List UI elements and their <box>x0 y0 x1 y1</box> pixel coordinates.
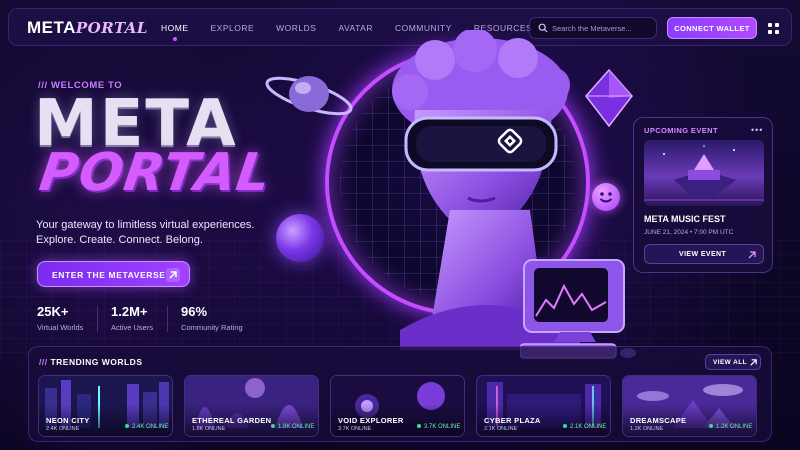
nav-link-explore[interactable]: EXPLORE <box>211 23 255 33</box>
nav-link-avatar[interactable]: AVATAR <box>338 23 373 33</box>
trending-title-prefix: /// <box>39 357 48 367</box>
stat-users: 1.2M+ Active Users <box>111 304 153 332</box>
world-card-dreamscape[interactable]: DREAMSCAPE 1.2K ONLINE 1.2K ONLINE <box>622 375 757 437</box>
event-heading: UPCOMING EVENT <box>644 126 718 135</box>
view-event-label: VIEW EVENT <box>679 251 727 258</box>
nav-link-home[interactable]: HOME <box>161 23 189 41</box>
world-sub: 2.4K ONLINE <box>46 426 80 432</box>
arrow-up-right-icon <box>748 251 756 259</box>
grid-menu-icon[interactable] <box>767 22 781 36</box>
stat-value: 96% <box>181 304 208 319</box>
arrow-up-right-icon <box>166 268 180 282</box>
view-all-label: VIEW ALL <box>713 359 748 366</box>
world-online-count: 1.8K ONLINE <box>271 424 314 430</box>
hero-title-line2: PORTAL <box>35 143 276 203</box>
more-dots-icon[interactable]: ••• <box>751 125 763 135</box>
stat-divider <box>167 306 168 332</box>
world-name: NEON CITY <box>46 416 90 425</box>
view-event-button[interactable]: VIEW EVENT <box>644 244 764 264</box>
enter-metaverse-button[interactable]: ENTER THE METAVERSE <box>37 261 190 287</box>
world-card-cyber-plaza[interactable]: CYBER PLAZA 2.1K ONLINE 2.1K ONLINE <box>476 375 611 437</box>
world-card-ethereal-garden[interactable]: ETHEREAL GARDEN 1.8K ONLINE 1.8K ONLINE <box>184 375 319 437</box>
trending-worlds-panel: /// TRENDING WORLDS VIEW ALL NEON CITY 2… <box>28 346 772 442</box>
nav-link-worlds[interactable]: WORLDS <box>276 23 316 33</box>
smiley-face-icon <box>599 192 613 203</box>
world-name: DREAMSCAPE <box>630 416 687 425</box>
stat-rating: 96% Community Rating <box>181 304 243 332</box>
enter-metaverse-label: ENTER THE METAVERSE <box>52 270 166 280</box>
view-all-button[interactable]: VIEW ALL <box>705 354 761 370</box>
world-sub: 1.8K ONLINE <box>192 426 226 432</box>
page: METAPORTAL HOME EXPLORE WORLDS AVATAR CO… <box>0 0 800 450</box>
connect-wallet-button[interactable]: CONNECT WALLET <box>667 17 757 39</box>
stat-divider <box>97 306 98 332</box>
event-date: JUNE 21, 2024 • 7:00 PM UTC <box>644 229 734 236</box>
stat-value: 25K+ <box>37 304 69 319</box>
world-sub: 3.7K ONLINE <box>338 426 372 432</box>
event-image <box>644 140 764 206</box>
trending-title: /// TRENDING WORLDS <box>39 357 143 367</box>
crystal-illustration <box>585 68 633 128</box>
upcoming-event-card: UPCOMING EVENT ••• META MUSIC FEST JUNE … <box>633 117 773 273</box>
brand-part2: PORTAL <box>75 19 148 37</box>
world-online-count: 3.7K ONLINE <box>417 424 460 430</box>
stat-worlds: 25K+ Virtual Worlds <box>37 304 83 332</box>
trending-title-text: TRENDING WORLDS <box>50 357 143 367</box>
brand-logo[interactable]: METAPORTAL <box>27 18 148 38</box>
stat-value: 1.2M+ <box>111 304 148 319</box>
world-online-count: 2.1K ONLINE <box>563 424 606 430</box>
world-name: CYBER PLAZA <box>484 416 541 425</box>
hero-tagline: Your gateway to limitless virtual experi… <box>36 219 255 246</box>
world-card-void-explorer[interactable]: VOID EXPLORER 3.7K ONLINE 3.7K ONLINE <box>330 375 465 437</box>
world-name: ETHEREAL GARDEN <box>192 416 272 425</box>
brand-part1: META <box>27 18 76 37</box>
event-title: META MUSIC FEST <box>644 214 726 224</box>
world-name: VOID EXPLORER <box>338 416 404 425</box>
arrow-up-right-icon <box>750 359 757 366</box>
stat-label: Community Rating <box>181 323 243 332</box>
world-sub: 1.2K ONLINE <box>630 426 664 432</box>
world-card-neon-city[interactable]: NEON CITY 2.4K ONLINE 2.4K ONLINE <box>38 375 173 437</box>
hero-stats: 25K+ Virtual Worlds 1.2M+ Active Users 9… <box>37 304 277 334</box>
world-sub: 2.1K ONLINE <box>484 426 518 432</box>
planet-orb <box>276 214 324 262</box>
stat-label: Active Users <box>111 323 154 332</box>
world-online-count: 1.2K ONLINE <box>709 424 752 430</box>
smiley-orb <box>592 183 620 211</box>
ufo-illustration <box>265 76 353 116</box>
world-online-count: 2.4K ONLINE <box>125 424 168 430</box>
stat-label: Virtual Worlds <box>37 323 84 332</box>
